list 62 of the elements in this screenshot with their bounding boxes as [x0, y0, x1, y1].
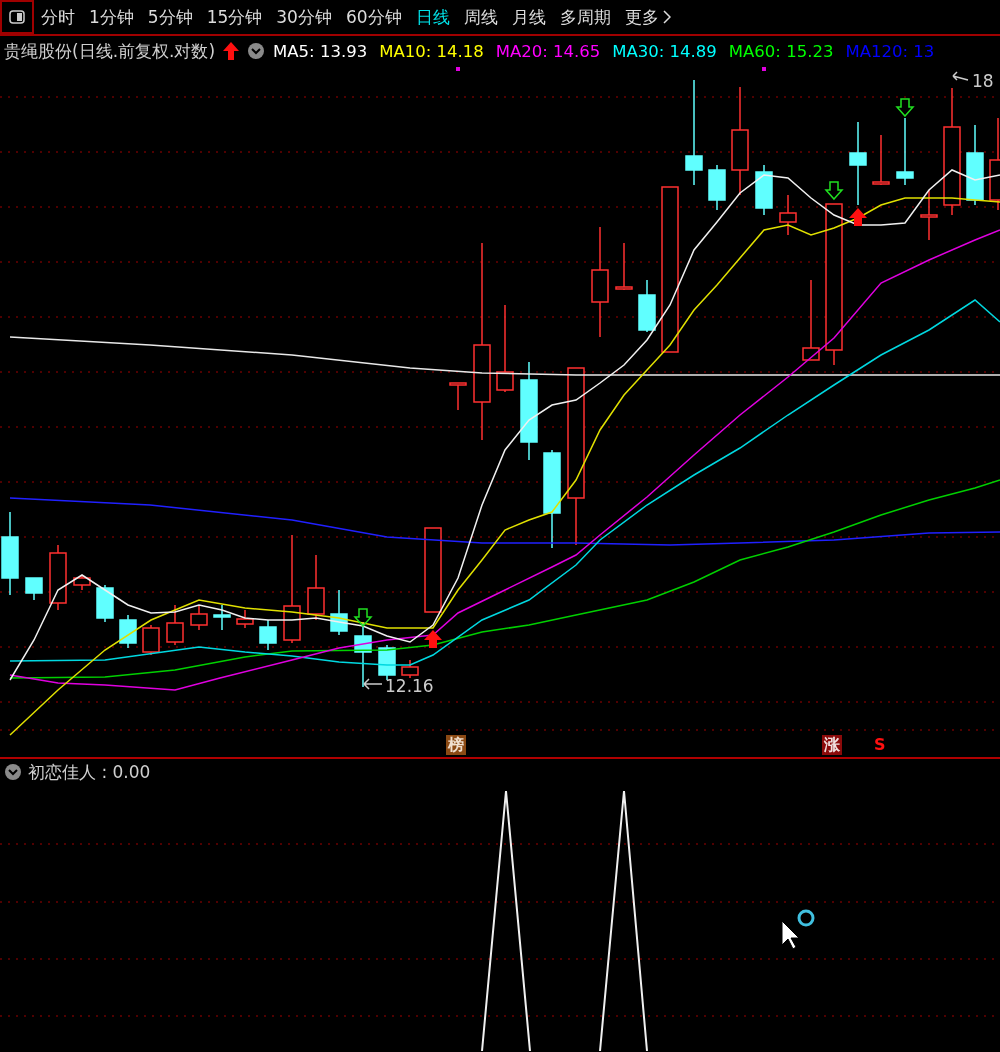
down-arrow-icon — [824, 181, 844, 201]
stock-title: 贵绳股份(日线.前复权.对数) — [4, 39, 216, 63]
candlestick — [119, 614, 137, 649]
collapse-icon[interactable] — [4, 763, 22, 781]
up-arrow-icon — [849, 208, 867, 226]
moving-average-value: MA60: 15.23 — [728, 41, 834, 61]
indicator-title: 初恋佳人 : 0.00 — [28, 760, 151, 784]
candlestick — [25, 577, 43, 601]
leader-arrow-icon — [952, 71, 969, 81]
candlestick — [236, 609, 254, 629]
candlestick — [779, 194, 797, 236]
candlestick — [896, 117, 914, 186]
collapse-icon[interactable] — [247, 42, 266, 60]
period-tab[interactable]: 60分钟 — [340, 5, 407, 29]
moving-average-value: MA5: 13.93 — [273, 41, 368, 61]
event-badge[interactable]: 榜 — [446, 735, 466, 755]
moving-average-value: MA120: 13 — [845, 41, 935, 61]
candlestick — [73, 574, 91, 591]
period-tab[interactable]: 多周期 — [554, 5, 616, 29]
candlestick — [307, 554, 325, 621]
period-tab[interactable]: 30分钟 — [271, 5, 337, 29]
moving-average-value: MA10: 14.18 — [379, 41, 484, 61]
low-price-label: 12.16 — [385, 676, 434, 696]
period-tab[interactable]: 1分钟 — [84, 5, 139, 29]
up-arrow-icon — [223, 42, 240, 60]
busy-cursor-icon — [781, 909, 815, 950]
moving-average-value: MA30: 14.89 — [612, 41, 717, 61]
candlestick — [330, 589, 348, 636]
candlestick — [615, 242, 633, 291]
candlestick — [920, 189, 938, 241]
panel-icon — [9, 10, 25, 24]
event-badge[interactable]: S — [872, 735, 888, 755]
candlestick — [378, 644, 396, 681]
more-button[interactable]: 更多 — [619, 5, 676, 29]
candlestick — [190, 604, 208, 631]
chevron-right-icon — [662, 10, 671, 24]
panel-toggle-button[interactable] — [0, 0, 34, 34]
candlestick — [401, 659, 419, 679]
candlestick — [755, 164, 773, 216]
period-tab[interactable]: 5分钟 — [142, 5, 198, 29]
candlestick — [96, 584, 114, 623]
candlestick — [872, 134, 890, 186]
candlestick — [49, 544, 67, 611]
period-tab[interactable]: 月线 — [506, 5, 551, 29]
down-arrow-icon — [895, 98, 915, 118]
down-arrow-icon — [353, 608, 373, 628]
candlestick — [213, 604, 231, 631]
candlestick — [449, 382, 467, 411]
candlestick — [638, 279, 656, 333]
moving-average-value: MA20: 14.65 — [495, 41, 601, 61]
high-price-label: 18 — [972, 71, 994, 91]
period-tab[interactable]: 分时 — [36, 5, 80, 29]
candlestick — [708, 164, 726, 211]
candlestick — [142, 624, 160, 656]
up-arrow-icon — [424, 630, 442, 648]
period-tab[interactable]: 15分钟 — [201, 5, 268, 29]
candlestick — [166, 604, 184, 646]
period-tab[interactable]: 日线 — [410, 5, 455, 29]
candlestick — [259, 619, 277, 651]
event-badge[interactable]: 涨 — [822, 735, 842, 755]
leader-arrow-icon — [363, 678, 383, 690]
period-tab[interactable]: 周线 — [458, 5, 503, 29]
